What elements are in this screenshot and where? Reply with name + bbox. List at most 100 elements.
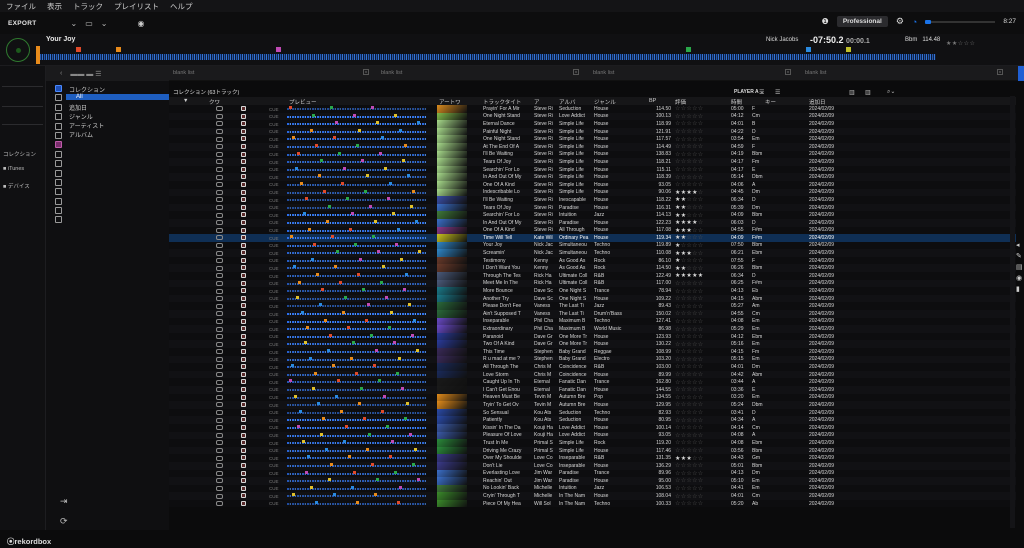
table-row[interactable]: CUE In And Out Of My Steve Ri Paradise House…: [169, 218, 1016, 227]
rating-stars[interactable]: ☆☆☆☆☆: [675, 500, 703, 507]
cue-button[interactable]: CUE: [269, 365, 279, 370]
tag-icon[interactable]: [241, 440, 246, 446]
tree-node-all[interactable]: All: [66, 94, 169, 100]
rating-stars[interactable]: ★★★★★: [675, 272, 703, 279]
cue-button[interactable]: CUE: [269, 441, 279, 446]
preview-waveform[interactable]: [287, 394, 427, 401]
preview-waveform[interactable]: [287, 265, 427, 271]
sync-icon[interactable]: ⟳: [60, 516, 68, 527]
cue-button[interactable]: CUE: [269, 463, 279, 468]
table-row[interactable]: CUE All Through The Chris M Coincidence R&B 1…: [169, 363, 1016, 371]
sampler-icon[interactable]: [55, 160, 62, 168]
sidebar-collection[interactable]: コレクション: [3, 150, 36, 158]
tag-icon[interactable]: [241, 257, 246, 263]
rating-stars[interactable]: ☆☆☆☆☆: [675, 136, 703, 143]
cue-button[interactable]: CUE: [269, 144, 279, 149]
rating-stars[interactable]: ☆☆☆☆☆: [675, 401, 703, 408]
menu-track[interactable]: トラック: [73, 1, 103, 12]
preview-waveform[interactable]: [287, 311, 427, 317]
tag-icon[interactable]: [241, 371, 246, 377]
table-row[interactable]: CUE Piece Of My Hea Will Sol In The Nam Tech…: [169, 499, 1016, 508]
preview-waveform[interactable]: [287, 424, 427, 431]
tag-icon[interactable]: [241, 181, 246, 187]
preview-waveform[interactable]: [287, 174, 427, 180]
col-header-bpm[interactable]: BP: [649, 98, 656, 104]
table-row[interactable]: CUE Extraordinary Phil Cha Maximum B World M…: [169, 325, 1016, 333]
info-icon[interactable]: ◉: [1016, 273, 1024, 284]
cue-button[interactable]: CUE: [269, 433, 279, 438]
rating-stars[interactable]: ☆☆☆☆☆: [675, 363, 703, 370]
table-row[interactable]: CUE Screamin' Nick Jac Simultaneou Techno 110…: [169, 249, 1016, 257]
preview-waveform[interactable]: [287, 500, 427, 507]
tag-icon[interactable]: [241, 455, 246, 461]
preview-waveform[interactable]: [287, 417, 427, 423]
preview-waveform[interactable]: [287, 197, 427, 203]
document-icon[interactable]: [55, 113, 62, 121]
rating-stars[interactable]: ☆☆☆☆☆: [675, 348, 703, 355]
collection-icon[interactable]: [55, 85, 62, 92]
deck-rating[interactable]: ★★☆☆☆: [946, 40, 975, 47]
list-view-icon[interactable]: ☰: [759, 89, 764, 96]
tag-icon[interactable]: [241, 113, 246, 119]
table-row[interactable]: CUE Indescribable Lo Steve Ri Simple Life Ho…: [169, 188, 1016, 197]
rating-stars[interactable]: ☆☆☆☆☆: [675, 174, 703, 181]
preview-waveform[interactable]: [287, 478, 427, 484]
cue-button[interactable]: CUE: [269, 410, 279, 415]
tag-icon[interactable]: [241, 478, 246, 484]
grid-view-icon[interactable]: ▥: [849, 89, 855, 96]
preview-waveform[interactable]: [287, 326, 427, 332]
cue-button[interactable]: CUE: [269, 251, 279, 256]
artwork-view-icon[interactable]: ▥: [865, 89, 871, 96]
tag-icon[interactable]: [241, 409, 246, 415]
cue-button[interactable]: CUE: [269, 107, 279, 112]
table-row[interactable]: CUE Searchin' For Lo Steve Ri Intuition Jazz…: [169, 211, 1016, 219]
rating-stars[interactable]: ☆☆☆☆☆: [675, 462, 703, 469]
cue-button[interactable]: CUE: [269, 236, 279, 241]
tag-icon[interactable]: [241, 204, 246, 210]
rating-stars[interactable]: ☆☆☆☆☆: [675, 379, 703, 386]
cue-button[interactable]: CUE: [269, 114, 279, 119]
tag-icon[interactable]: [241, 159, 246, 165]
close-icon[interactable]: x: [997, 69, 1003, 75]
table-row[interactable]: CUE Everlasting Love Jim War Paradise Trance…: [169, 469, 1016, 478]
close-icon[interactable]: x: [573, 69, 579, 75]
preview-waveform[interactable]: [287, 447, 427, 454]
table-row[interactable]: CUE One Of A Kind Steve Ri Simple Life House…: [169, 180, 1016, 189]
menu-file[interactable]: ファイル: [6, 1, 36, 12]
sidebar-itunes[interactable]: ■ iTunes: [3, 166, 24, 172]
tag-icon[interactable]: [55, 141, 62, 149]
rating-stars[interactable]: ★★☆☆☆: [675, 196, 703, 203]
chevron-left-icon[interactable]: ◂: [1016, 240, 1024, 251]
rating-stars[interactable]: ☆☆☆☆☆: [675, 386, 703, 393]
table-row[interactable]: CUE Love Storm Chris M Coincidence House 89.9…: [169, 370, 1016, 379]
cue-button[interactable]: CUE: [269, 372, 279, 377]
record-icon[interactable]: ◉: [138, 19, 145, 28]
monitor-icon[interactable]: [55, 178, 62, 186]
preview-waveform[interactable]: [287, 159, 427, 165]
cue-button[interactable]: CUE: [269, 471, 279, 476]
rating-stars[interactable]: ☆☆☆☆☆: [675, 371, 703, 378]
tree-node-added[interactable]: 追加日: [69, 103, 87, 112]
tag-icon[interactable]: [241, 311, 246, 317]
preview-waveform[interactable]: [287, 257, 427, 264]
cue-button[interactable]: CUE: [269, 289, 279, 294]
tag-icon[interactable]: [241, 250, 246, 256]
preview-waveform[interactable]: [287, 113, 427, 120]
preview-waveform[interactable]: [287, 432, 427, 439]
tag-icon[interactable]: [55, 150, 62, 158]
tag-icon[interactable]: [241, 295, 246, 301]
tag-icon[interactable]: [241, 470, 246, 476]
tag-icon[interactable]: [241, 265, 246, 271]
tag-icon[interactable]: [241, 447, 246, 453]
rating-stars[interactable]: ☆☆☆☆☆: [675, 113, 703, 120]
cue-button[interactable]: CUE: [269, 395, 279, 400]
rating-stars[interactable]: ★★★☆☆: [675, 250, 703, 257]
mode-export-dropdown[interactable]: EXPORT: [8, 20, 37, 27]
cue-button[interactable]: CUE: [269, 137, 279, 142]
tag-icon[interactable]: [241, 280, 246, 286]
preview-waveform[interactable]: [287, 121, 427, 127]
tag-icon[interactable]: [241, 174, 246, 180]
folder-icon[interactable]: [55, 169, 62, 177]
preview-waveform[interactable]: [287, 356, 427, 363]
rating-stars[interactable]: ☆☆☆☆☆: [675, 424, 703, 431]
